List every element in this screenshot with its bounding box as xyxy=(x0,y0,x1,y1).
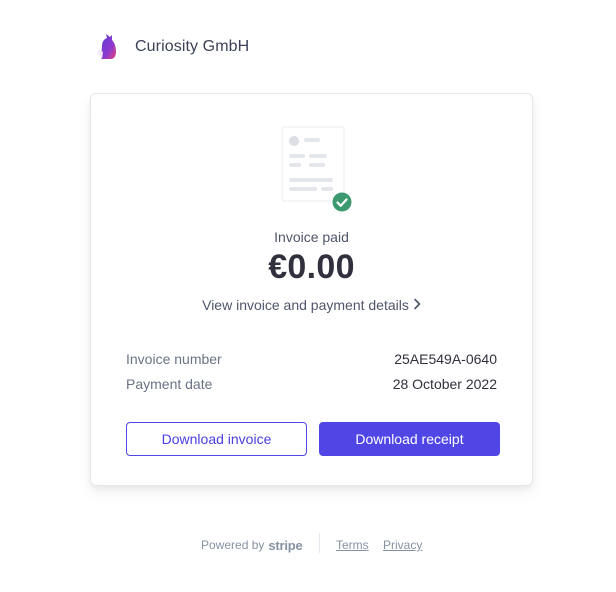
powered-by-label: Powered by xyxy=(201,538,265,552)
merchant-name: Curiosity GmbH xyxy=(135,38,250,55)
chevron-right-icon xyxy=(413,297,421,313)
footer-divider xyxy=(319,533,320,553)
invoice-amount: €0.00 xyxy=(268,248,355,286)
download-invoice-button[interactable]: Download invoice xyxy=(126,422,307,456)
invoice-status: Invoice paid xyxy=(274,229,349,245)
invoice-page: Curiosity GmbH Invoice paid €0.00 View i… xyxy=(0,0,616,592)
view-invoice-details-label: View invoice and payment details xyxy=(202,297,409,313)
merchant-header: Curiosity GmbH xyxy=(90,30,249,64)
stripe-logo: stripe xyxy=(268,537,303,553)
privacy-link[interactable]: Privacy xyxy=(383,536,422,554)
payment-date-label: Payment date xyxy=(126,376,213,392)
terms-link[interactable]: Terms xyxy=(336,536,369,554)
document-paid-icon xyxy=(280,125,356,213)
payment-date-row: Payment date 28 October 2022 xyxy=(126,376,497,394)
invoice-number-value: 25AE549A-0640 xyxy=(394,351,497,367)
footer: Powered by stripe Terms Privacy xyxy=(0,533,616,554)
invoice-number-label: Invoice number xyxy=(126,351,222,367)
download-receipt-button[interactable]: Download receipt xyxy=(319,422,500,456)
payment-date-value: 28 October 2022 xyxy=(392,376,497,392)
view-invoice-details-link[interactable]: View invoice and payment details xyxy=(91,297,532,313)
curiosity-logo-icon xyxy=(90,30,124,64)
invoice-card: Invoice paid €0.00 View invoice and paym… xyxy=(90,93,533,486)
powered-by-stripe[interactable]: Powered by stripe xyxy=(201,536,303,554)
invoice-number-row: Invoice number 25AE549A-0640 xyxy=(126,351,497,369)
